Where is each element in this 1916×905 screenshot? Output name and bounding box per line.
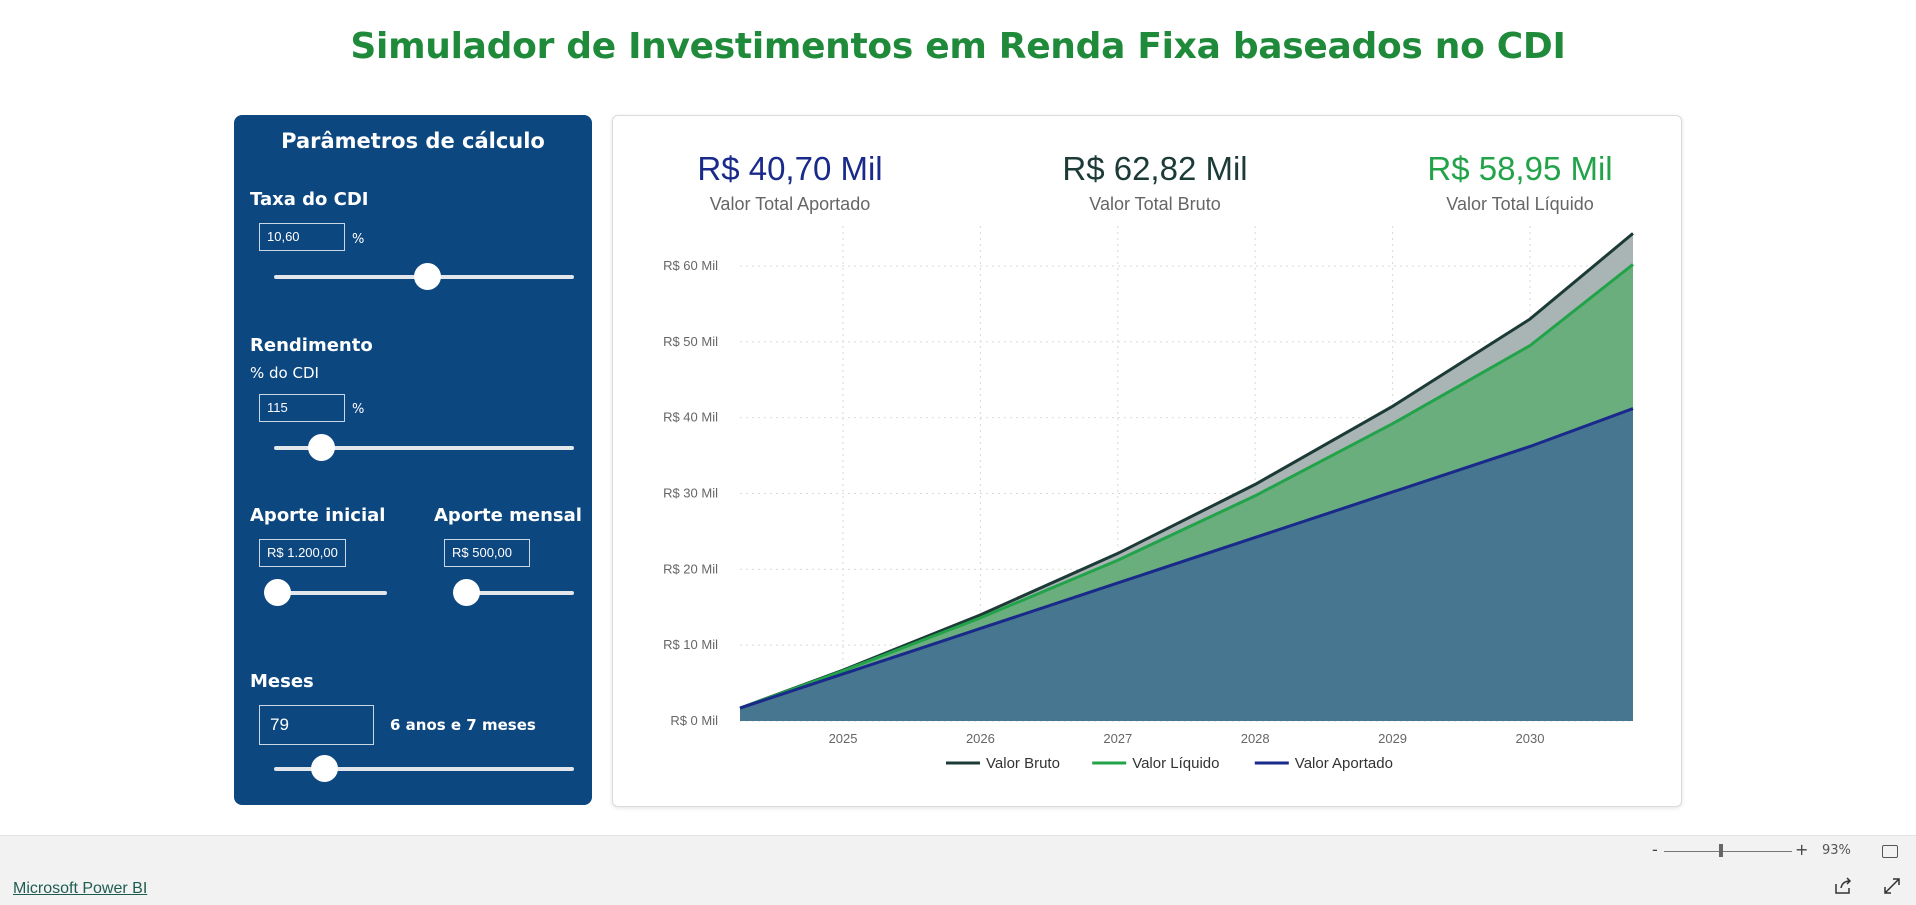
aporte-inicial-label: Aporte inicial [250, 505, 386, 526]
zoom-level: 93% [1822, 843, 1851, 858]
legend-label: Valor Bruto [986, 755, 1060, 772]
aporte-inicial-input[interactable]: R$ 1.200,00 [259, 539, 346, 567]
x-tick-label: 2029 [1378, 731, 1407, 746]
zoom-out-button[interactable]: - [1652, 840, 1658, 859]
y-tick-label: R$ 30 Mil [663, 486, 718, 501]
fit-to-page-icon[interactable] [1882, 845, 1898, 858]
share-icon[interactable] [1833, 876, 1853, 896]
parameters-panel: Parâmetros de cálculo Taxa do CDI 10,60 … [234, 115, 592, 805]
meses-slider-thumb[interactable] [311, 755, 338, 782]
legend-label: Valor Aportado [1295, 755, 1393, 772]
legend-label: Valor Líquido [1132, 755, 1219, 772]
rendimento-label: Rendimento [250, 335, 373, 356]
status-bar: - + 93% [0, 835, 1916, 867]
meses-description: 6 anos e 7 meses [390, 716, 536, 734]
aporte-mensal-slider-thumb[interactable] [453, 579, 480, 606]
x-tick-label: 2025 [829, 731, 858, 746]
x-tick-label: 2026 [966, 731, 995, 746]
rendimento-slider-thumb[interactable] [308, 434, 335, 461]
aporte-inicial-slider-thumb[interactable] [264, 579, 291, 606]
panel-title: Parâmetros de cálculo [281, 129, 545, 153]
zoom-slider-track[interactable] [1664, 851, 1792, 852]
cdi-label: Taxa do CDI [250, 189, 369, 210]
x-tick-label: 2028 [1241, 731, 1270, 746]
power-bi-link[interactable]: Microsoft Power BI [13, 880, 147, 898]
y-tick-label: R$ 0 Mil [670, 713, 718, 728]
x-tick-label: 2030 [1516, 731, 1545, 746]
footer-bar: Microsoft Power BI [0, 866, 1916, 905]
y-tick-label: R$ 60 Mil [663, 258, 718, 273]
rendimento-unit: % [352, 402, 365, 417]
fullscreen-icon[interactable] [1882, 876, 1902, 896]
y-tick-label: R$ 20 Mil [663, 561, 718, 576]
x-tick-label: 2027 [1103, 731, 1132, 746]
cdi-input[interactable]: 10,60 [259, 223, 345, 251]
investment-area-chart: R$ 0 Mil R$ 10 Mil R$ 20 Mil R$ 30 Mil R$ 40… [663, 226, 1634, 772]
y-tick-label: R$ 10 Mil [663, 637, 718, 652]
rendimento-input[interactable]: 115 [259, 394, 345, 422]
zoom-in-button[interactable]: + [1795, 840, 1808, 859]
meses-input[interactable]: 79 [259, 705, 374, 745]
cdi-unit: % [352, 232, 365, 247]
rendimento-sublabel: % do CDI [250, 364, 319, 382]
chart-card: R$ 40,70 Mil Valor Total Aportado R$ 62,… [612, 115, 1682, 807]
meses-label: Meses [250, 671, 314, 692]
cdi-slider-thumb[interactable] [414, 263, 441, 290]
y-tick-label: R$ 50 Mil [663, 334, 718, 349]
page-title: Simulador de Investimentos em Renda Fixa… [350, 26, 1566, 67]
aporte-mensal-input[interactable]: R$ 500,00 [444, 539, 530, 567]
zoom-slider-thumb[interactable] [1719, 844, 1723, 857]
aporte-mensal-label: Aporte mensal [434, 505, 582, 526]
y-tick-label: R$ 40 Mil [663, 410, 718, 425]
